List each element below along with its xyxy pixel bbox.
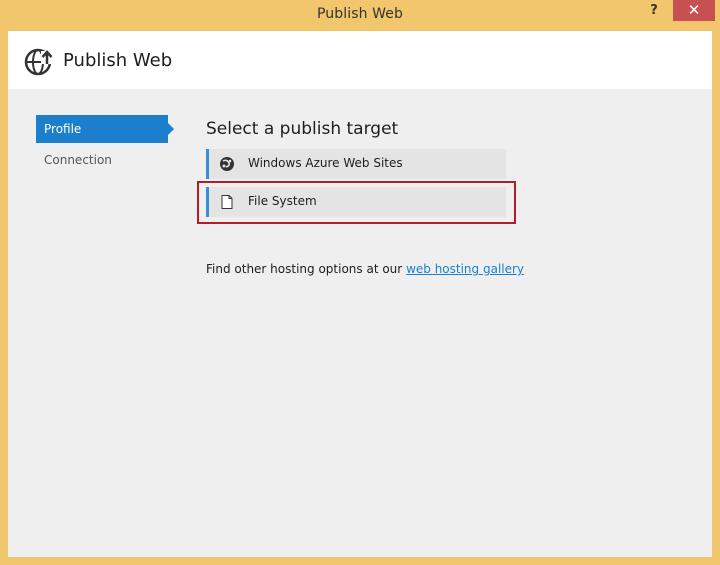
document-icon — [221, 195, 233, 209]
section-title: Select a publish target — [206, 119, 399, 139]
globe-upload-icon — [24, 48, 54, 76]
azure-logo-icon — [220, 157, 234, 171]
target-windows-azure-web-sites[interactable]: Windows Azure Web Sites — [206, 149, 506, 179]
dialog-header: Publish Web — [8, 31, 712, 89]
title-bar[interactable]: Publish Web ? ✕ — [0, 0, 720, 32]
target-label: Windows Azure Web Sites — [248, 156, 403, 170]
help-button[interactable]: ? — [644, 0, 664, 22]
window-title: Publish Web — [317, 6, 403, 22]
sidebar-item-label: Profile — [44, 122, 82, 136]
page-title: Publish Web — [63, 50, 173, 71]
web-hosting-gallery-link[interactable]: web hosting gallery — [406, 262, 524, 276]
target-file-system[interactable]: File System — [206, 187, 506, 217]
sidebar-item-label: Connection — [44, 153, 112, 167]
sidebar-item-profile[interactable]: Profile — [36, 115, 174, 143]
hosting-text: Find other hosting options at our — [206, 262, 403, 276]
hosting-options-text: Find other hosting options at our web ho… — [206, 262, 524, 276]
close-button[interactable]: ✕ — [673, 0, 715, 21]
dialog-body: Publish Web Profile Connection Select a … — [8, 31, 712, 557]
publish-web-dialog: Publish Web ? ✕ Publish Web Profile Conn… — [0, 0, 720, 565]
target-label: File System — [248, 194, 317, 208]
sidebar-item-connection[interactable]: Connection — [36, 146, 168, 174]
